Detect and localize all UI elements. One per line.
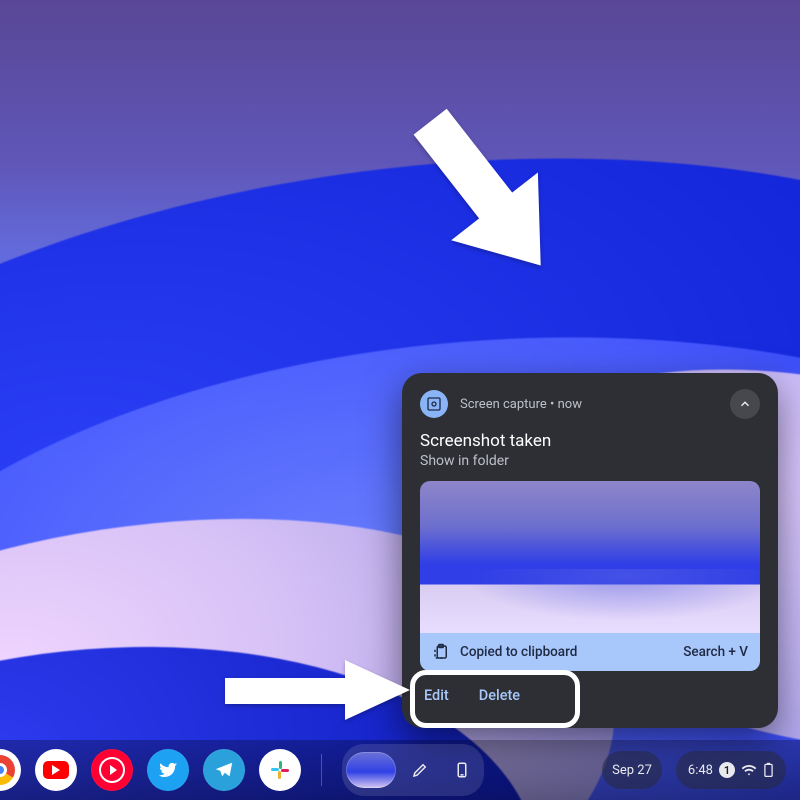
notification-count-badge: 1 xyxy=(719,762,735,778)
shelf-divider xyxy=(321,754,322,786)
slack-app-icon[interactable] xyxy=(259,749,301,791)
notification-body: Screenshot taken Show in folder xyxy=(402,419,778,481)
notification-show-in-folder-link[interactable]: Show in folder xyxy=(420,453,760,469)
screen-capture-icon xyxy=(420,390,448,418)
edit-button[interactable]: Edit xyxy=(420,681,453,710)
notification-header: Screen capturenow xyxy=(402,373,778,419)
twitter-bird-icon xyxy=(157,759,179,781)
telegram-app-icon[interactable] xyxy=(203,749,245,791)
phone-icon xyxy=(453,761,471,779)
notification-collapse-button[interactable] xyxy=(730,389,760,419)
holding-space-tote[interactable] xyxy=(342,744,484,796)
screenshot-notification-card: Screen capturenow Screenshot taken Show … xyxy=(402,373,778,728)
shelf: Sep 27 6:48 1 xyxy=(0,740,800,800)
notification-actions: Edit Delete xyxy=(402,671,778,728)
notification-when: now xyxy=(547,397,582,412)
clipboard-shortcut: Search + V xyxy=(683,644,748,660)
twitter-app-icon[interactable] xyxy=(147,749,189,791)
notification-source: Screen capturenow xyxy=(460,397,582,412)
stylus-icon xyxy=(411,761,429,779)
clipboard-icon xyxy=(432,643,450,661)
chrome-app-icon[interactable] xyxy=(0,749,21,791)
clipboard-banner[interactable]: Copied to clipboard Search + V xyxy=(420,633,760,671)
phone-hub-button[interactable] xyxy=(444,752,480,788)
youtube-music-app-icon[interactable] xyxy=(91,749,133,791)
date-label: Sep 27 xyxy=(612,763,652,778)
slack-hash-icon xyxy=(268,758,292,782)
delete-button[interactable]: Delete xyxy=(475,681,524,710)
stylus-tool-button[interactable] xyxy=(402,752,438,788)
screenshot-thumbnail-image xyxy=(420,481,760,633)
notification-title: Screenshot taken xyxy=(420,431,760,451)
screenshot-preview[interactable]: Copied to clipboard Search + V xyxy=(420,481,760,671)
notification-app-name: Screen capture xyxy=(460,397,547,412)
time-label: 6:48 xyxy=(688,763,713,778)
wifi-icon xyxy=(741,762,757,778)
youtube-app-icon[interactable] xyxy=(35,749,77,791)
telegram-plane-icon xyxy=(213,759,235,781)
chevron-up-icon xyxy=(738,397,752,411)
calendar-pill[interactable]: Sep 27 xyxy=(602,751,662,789)
status-tray-pill[interactable]: 6:48 1 xyxy=(676,751,786,789)
recent-screenshot-thumb[interactable] xyxy=(346,752,396,788)
clipboard-label: Copied to clipboard xyxy=(460,644,577,660)
battery-icon xyxy=(763,762,774,778)
